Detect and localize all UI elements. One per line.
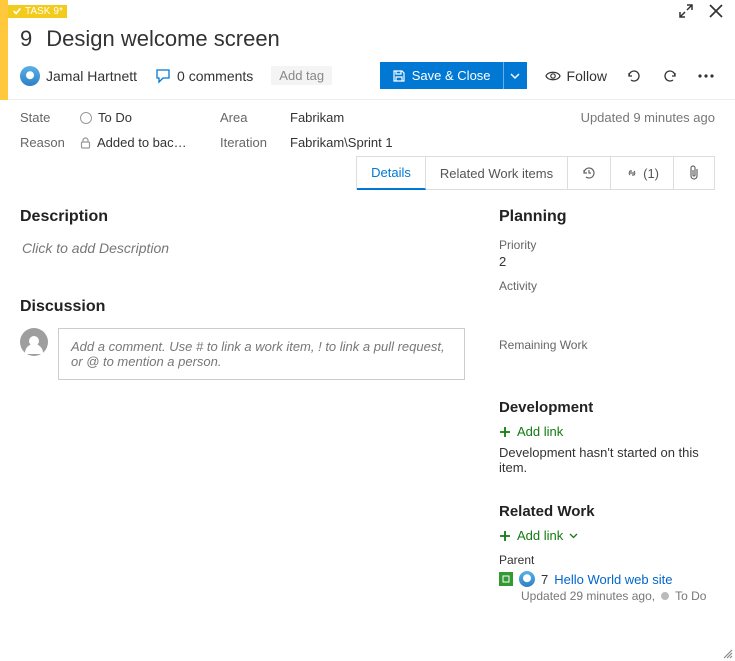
avatar (20, 66, 40, 86)
chevron-down-icon (569, 531, 578, 540)
state-label: State (20, 110, 80, 125)
development-add-link-button[interactable]: Add link (499, 424, 721, 439)
tab-links[interactable]: (1) (611, 157, 674, 189)
state-value[interactable]: To Do (80, 110, 220, 125)
tab-details[interactable]: Details (357, 157, 426, 190)
plus-icon (499, 426, 511, 438)
description-heading: Description (20, 208, 465, 226)
save-icon (392, 69, 406, 83)
development-empty-text: Development hasn't started on this item. (499, 445, 721, 475)
state-dot-icon (80, 112, 92, 124)
current-user-avatar (20, 328, 48, 356)
reason-value[interactable]: Added to bac… (80, 135, 220, 150)
remaining-work-value[interactable] (499, 354, 721, 369)
follow-label: Follow (567, 68, 607, 84)
activity-label: Activity (499, 279, 721, 293)
assignee-picker[interactable]: Jamal Hartnett (20, 66, 137, 86)
planning-heading: Planning (499, 208, 721, 226)
parent-avatar (519, 571, 535, 587)
comment-input[interactable]: Add a comment. Use # to link a work item… (58, 328, 465, 380)
refresh-icon[interactable] (625, 67, 643, 85)
remaining-work-label: Remaining Work (499, 338, 721, 352)
add-link-label: Add link (517, 424, 563, 439)
add-link-label: Add link (517, 528, 563, 543)
attachment-icon (688, 165, 700, 181)
state-dot-icon (661, 592, 669, 600)
save-label: Save & Close (412, 68, 491, 83)
expand-icon[interactable] (677, 2, 695, 20)
comment-icon (155, 68, 171, 84)
priority-value[interactable]: 2 (499, 254, 721, 269)
related-work-heading: Related Work (499, 503, 721, 520)
area-label: Area (220, 110, 290, 125)
save-and-close-button[interactable]: Save & Close (380, 62, 503, 89)
iteration-value[interactable]: Fabrikam\Sprint 1 (290, 135, 430, 150)
history-icon (582, 166, 596, 180)
save-dropdown-button[interactable] (503, 62, 527, 89)
work-item-id: 9 (20, 26, 32, 52)
undo-icon[interactable] (661, 67, 679, 85)
links-count: (1) (643, 166, 659, 181)
activity-value[interactable] (499, 295, 721, 310)
work-item-title[interactable]: Design welcome screen (46, 26, 280, 52)
more-actions-icon[interactable] (697, 67, 715, 85)
parent-state: To Do (675, 589, 706, 603)
tab-history[interactable] (568, 157, 611, 189)
plus-icon (499, 530, 511, 542)
discussion-heading: Discussion (20, 298, 465, 316)
related-add-link-button[interactable]: Add link (499, 528, 721, 543)
parent-id: 7 (541, 572, 548, 587)
type-id: 9* (53, 6, 62, 17)
pbi-icon (499, 572, 513, 586)
iteration-label: Iteration (220, 135, 290, 150)
resize-handle-icon[interactable] (721, 647, 733, 659)
close-icon[interactable] (707, 2, 725, 20)
follow-button[interactable]: Follow (545, 68, 607, 84)
description-field[interactable]: Click to add Description (20, 238, 465, 258)
tab-related-work-items[interactable]: Related Work items (426, 157, 568, 189)
parent-link-row[interactable]: 7 Hello World web site (499, 571, 721, 587)
eye-icon (545, 68, 561, 84)
tab-attachments[interactable] (674, 157, 714, 189)
type-label: TASK (25, 6, 50, 17)
development-heading: Development (499, 399, 721, 416)
reason-label: Reason (20, 135, 80, 150)
assignee-name: Jamal Hartnett (46, 68, 137, 84)
comments-count[interactable]: 0 comments (155, 68, 253, 84)
add-tag-button[interactable]: Add tag (271, 66, 332, 85)
work-item-type-chip: TASK 9* (8, 5, 67, 18)
chevron-down-icon (510, 71, 520, 81)
accent-bar (0, 0, 8, 100)
parent-label: Parent (499, 553, 721, 567)
parent-title-link[interactable]: Hello World web site (554, 572, 672, 587)
area-value[interactable]: Fabrikam (290, 110, 430, 125)
lock-icon (80, 137, 91, 149)
check-icon (12, 6, 22, 16)
tab-bar: Details Related Work items (1) (356, 156, 715, 190)
parent-updated: Updated 29 minutes ago, (521, 589, 655, 603)
comments-text: 0 comments (177, 68, 253, 84)
updated-timestamp: Updated 9 minutes ago (581, 110, 715, 125)
link-icon (625, 166, 639, 180)
priority-label: Priority (499, 238, 721, 252)
